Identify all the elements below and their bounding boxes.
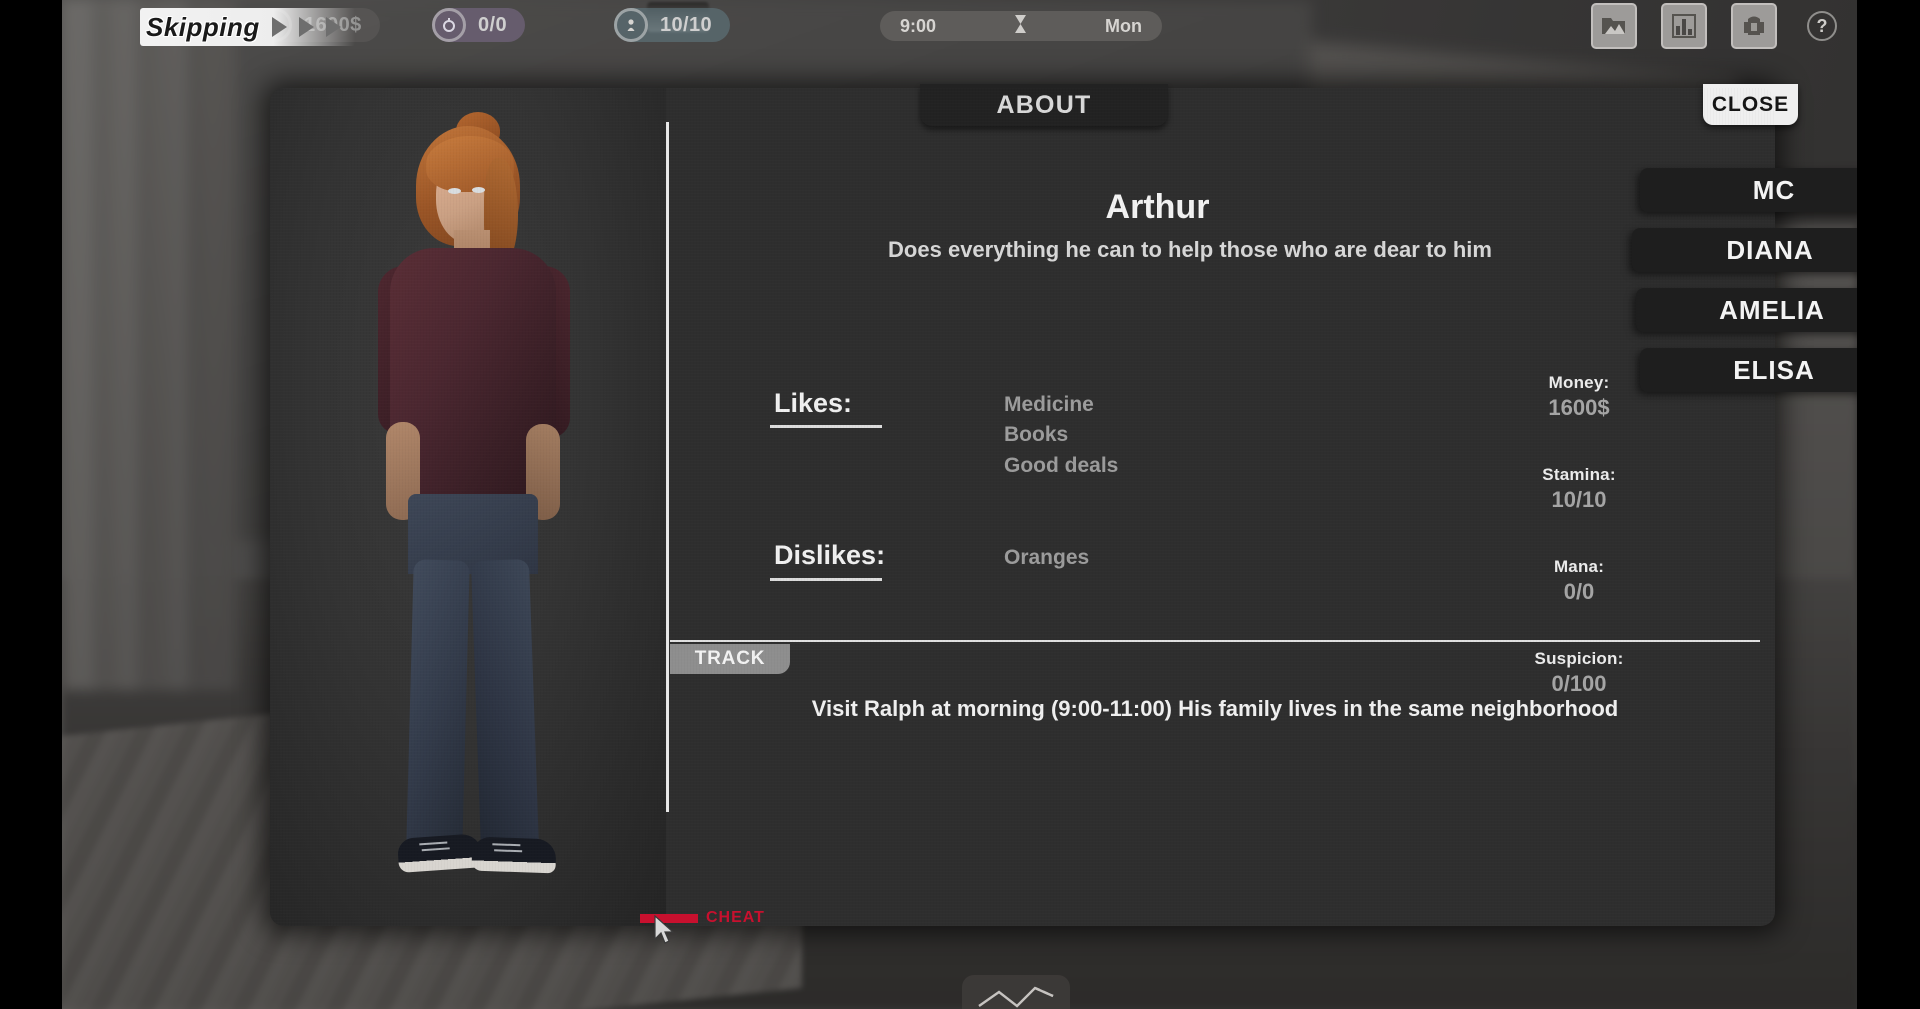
fast-forward-triangle-icon [298,17,314,37]
help-icon[interactable]: ? [1807,11,1837,41]
clock-time: 9:00 [900,15,937,36]
character-tab-elisa[interactable]: ELISA [1640,348,1857,392]
character-figure-render [348,110,598,900]
fast-forward-triangle-icon [271,17,287,37]
character-description: Does everything he can to help those who… [888,237,1492,262]
stat-label: Stamina: [1542,465,1616,484]
clock-day: Mon [1105,15,1142,36]
clock-bar: 9:00 Mon [880,11,1162,41]
stat-value: 10/10 [1551,487,1607,512]
panel-vertical-divider [666,122,669,812]
hud-mana-value: 0/0 [478,13,508,36]
character-leg-left [406,559,470,851]
dislikes-underline [770,578,882,581]
likes-label: Likes: [774,388,853,418]
character-tab-mc[interactable]: MC [1640,168,1857,212]
stats-block: Money: 1600$ Stamina: 10/10 Mana: 0/0 Su… [1479,373,1679,741]
character-eye-left [448,188,461,194]
character-portrait [270,88,666,926]
game-viewport: 1600$ 0/0 [62,0,1857,1009]
map-button[interactable] [962,975,1070,1009]
hud-stamina-value: 10/10 [660,13,713,36]
skipping-label: Skipping [146,11,260,42]
character-eye-right [472,187,485,193]
track-quest-text: Visit Ralph at morning (9:00-11:00) His … [811,696,1619,721]
stat-label: Suspicion: [1534,649,1624,668]
stat-suspicion: Suspicion: 0/100 [1479,649,1679,697]
dislikes-label: Dislikes: [774,540,886,570]
stat-label: Mana: [1553,557,1605,576]
character-shoe-right [471,836,557,874]
stat-mana: Mana: 0/0 [1479,557,1679,605]
likes-underline [770,425,882,428]
stat-stamina: Stamina: 10/10 [1479,465,1679,513]
backpack-icon[interactable] [1731,3,1777,49]
character-tab-diana[interactable]: DIANA [1632,228,1857,272]
likes-items: Medicine Books Good deals [1004,393,1119,477]
hud-mana: 0/0 [432,8,526,42]
screen-root: 1600$ 0/0 [0,0,1920,1009]
track-divider [670,640,1760,642]
mana-orb-icon [432,8,466,42]
character-info-content: Arthur Does everything he can to help th… [670,88,1775,926]
fast-forward-triangle-icon [325,17,341,37]
mouse-cursor [654,914,676,945]
tab-track[interactable]: TRACK [670,644,790,674]
gallery-icon[interactable] [1591,3,1637,49]
stat-value: 0/0 [1563,579,1595,604]
character-shoe-left [396,833,484,873]
character-leg-right [470,559,540,853]
cheat-label: CHEAT [706,909,765,926]
top-right-toolbar: ? [1591,3,1837,49]
dislikes-items: Oranges [1004,546,1090,569]
hourglass-icon [1014,14,1027,39]
character-select-rail: MC DIANA AMELIA ELISA [1632,168,1857,408]
stats-icon[interactable] [1661,3,1707,49]
top-hud-bar: 1600$ 0/0 [62,0,1857,55]
hud-stamina: 10/10 [614,8,731,42]
stamina-icon [614,8,648,42]
stat-value: 0/100 [1551,671,1607,696]
character-sheet-panel: ABOUT CLOSE Arthur Does everything he ca… [270,84,1798,926]
character-tab-amelia[interactable]: AMELIA [1636,288,1857,332]
character-name: Arthur [1105,188,1210,226]
skipping-indicator: Skipping [140,8,355,46]
